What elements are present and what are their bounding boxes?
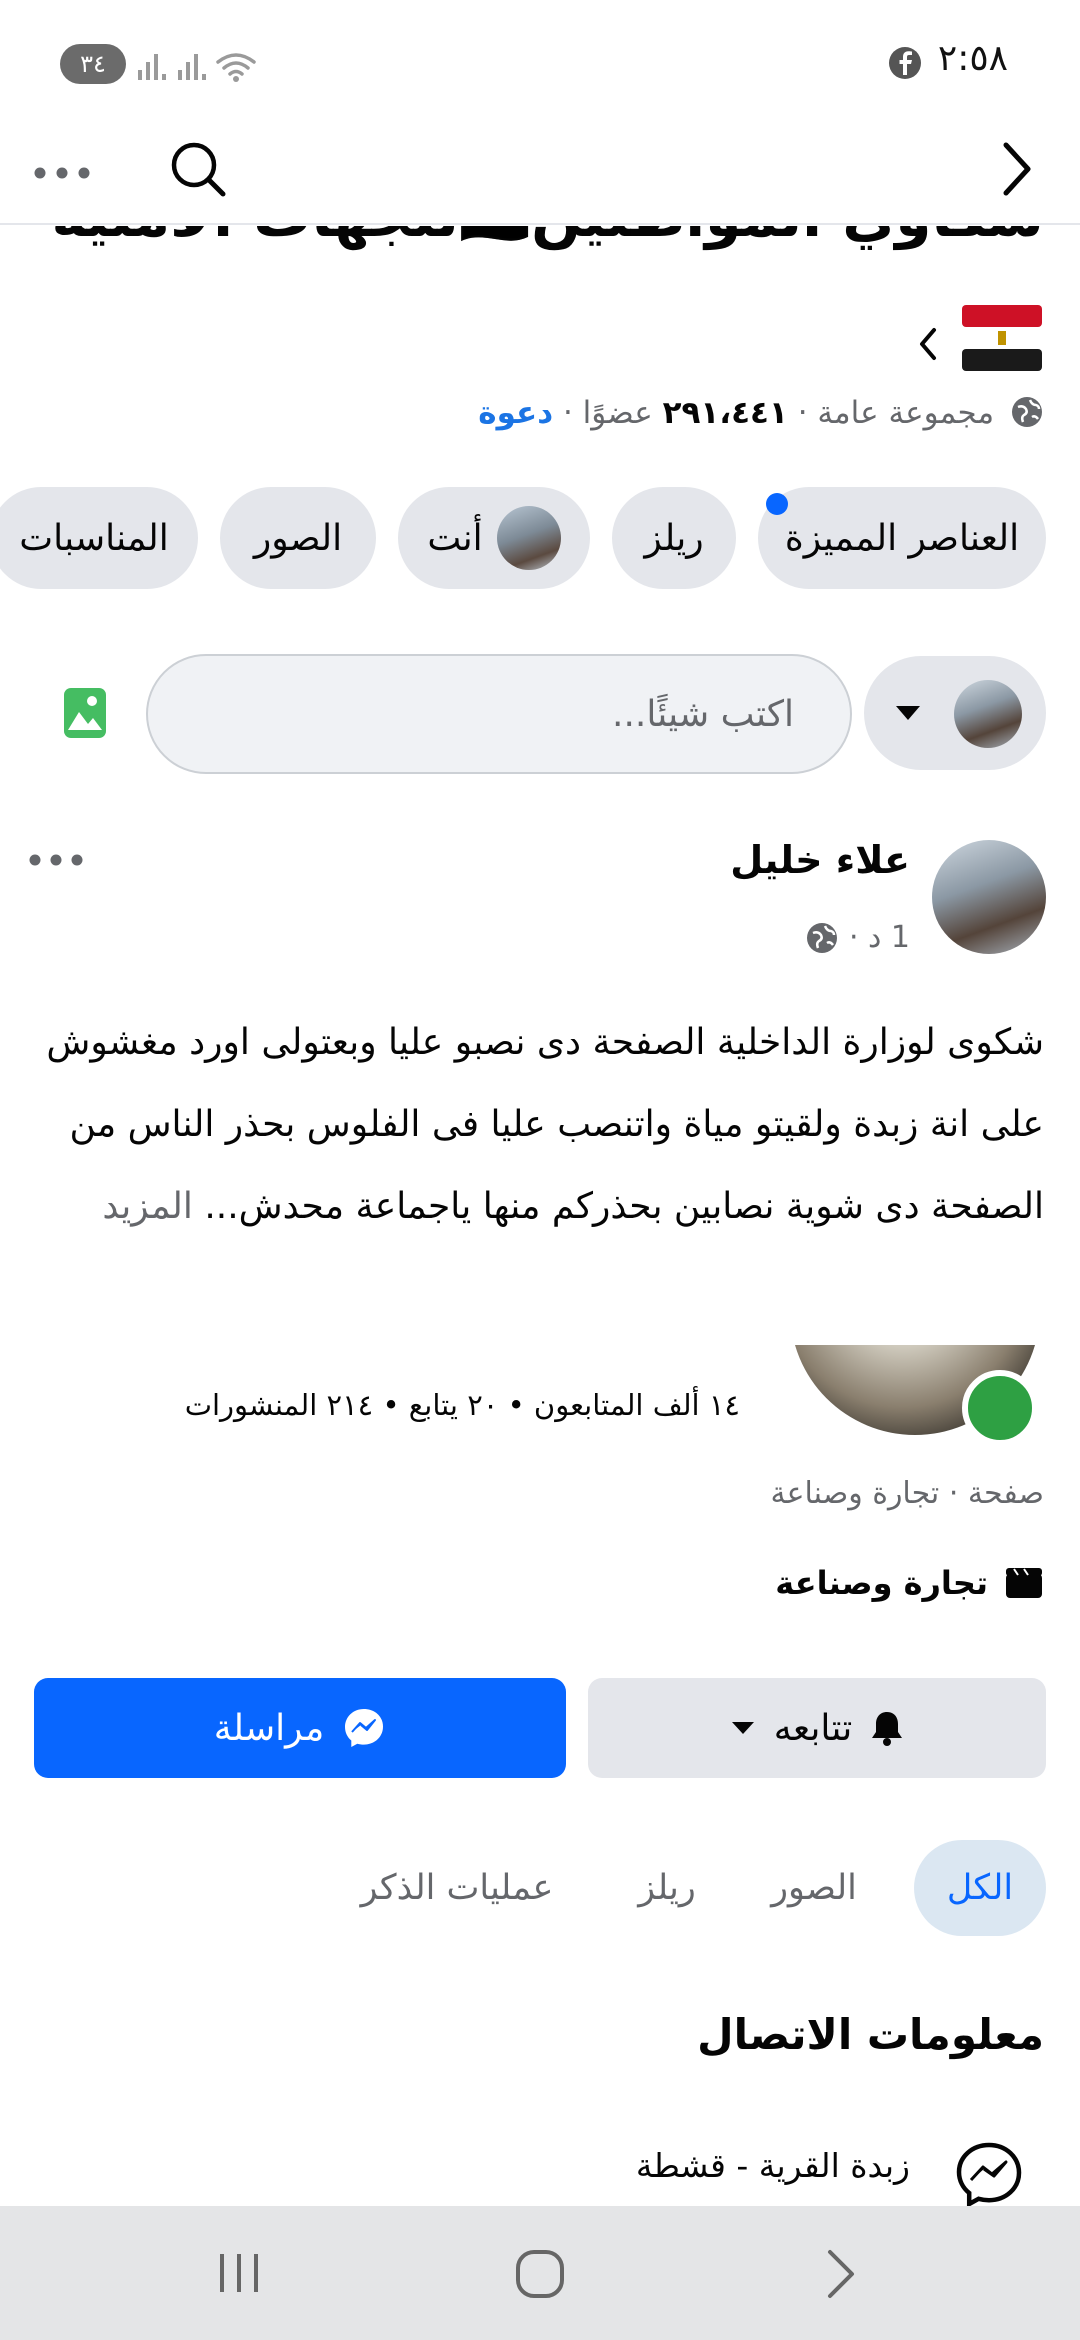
tab-photos-label: الصور [771,1868,857,1908]
globe-icon [806,922,837,953]
category-label: تجارة وصناعة [775,1564,988,1602]
messenger-icon [956,2142,1022,2208]
post-author[interactable]: علاء خليل [730,838,910,882]
composer-input[interactable]: اكتب شيئًا... [146,654,852,774]
recent-apps-icon[interactable] [214,2248,264,2298]
tab-photos[interactable]: الصور [746,1840,882,1936]
invite-link[interactable]: دعوة [478,395,553,431]
chip-reels-label: ريلز [644,517,704,559]
group-privacy: مجموعة عامة · [787,395,995,431]
tab-mentions[interactable]: عمليات الذكر [326,1840,588,1936]
caret-down-icon [731,1722,754,1734]
caret-down-icon [896,706,920,720]
post-more-icon[interactable] [26,846,86,874]
page-type: صفحة · تجارة وصناعة [770,1476,1044,1511]
composer-placeholder: اكتب شيئًا... [612,693,794,735]
search-icon[interactable] [166,137,230,201]
group-meta: مجموعة عامة · ٢٩١،٤٤١ عضوًا · دعوة [478,395,1044,431]
system-nav-bar [0,2206,1080,2340]
globe-icon [1012,397,1042,427]
tab-reels[interactable]: ريلز [608,1840,726,1936]
photo-icon[interactable] [62,686,108,740]
signal-wifi-icons [138,53,256,82]
messenger-icon [345,1709,384,1747]
battery-level: ٣٤ [80,50,106,78]
chip-photos[interactable]: الصور [220,487,376,589]
members-suffix: عضوًا · [553,395,663,431]
back-arrow-icon[interactable] [996,139,1036,199]
tab-mentions-label: عمليات الذكر [360,1868,554,1908]
status-badge [962,1370,1038,1446]
author-avatar[interactable] [932,840,1046,954]
battery-indicator: ٣٤ [60,44,126,84]
group-title[interactable]: شكاوي المواطنين🇪🇬للجهات الأمنية [52,226,1044,251]
clock: ٢:٥٨ [937,38,1008,79]
see-more-link[interactable]: المزيد [102,1186,193,1227]
post-time-text: 1 د · [848,920,910,955]
page-category: تجارة وصناعة [775,1564,1044,1602]
chip-featured[interactable]: العناصر المميزة [758,487,1046,589]
message-button[interactable]: مراسلة [34,1678,566,1778]
follow-label: تتابعه [773,1707,853,1749]
facebook-notification-icon [889,47,921,79]
more-options-icon[interactable] [30,157,94,189]
post-timestamp: 1 د · [805,920,910,955]
composer-profile-switcher[interactable] [864,656,1046,770]
clapperboard-icon [1006,1568,1042,1598]
avatar [954,680,1022,748]
chip-featured-label: العناصر المميزة [784,517,1020,559]
new-indicator-dot [766,493,788,515]
chip-photos-label: الصور [253,517,343,559]
contact-info-title: معلومات الاتصال [697,2010,1044,2059]
top-app-bar [0,125,1080,225]
chip-events-label: المناسبات [19,517,169,559]
tab-all-label: الكل [946,1868,1014,1908]
back-nav-icon[interactable] [822,2248,862,2300]
status-bar: ٣٤ ٢:٥٨ [0,0,1080,125]
page-stats: ١٤ ألف المتابعون • ٢٠ يتابع • ٢١٤ المنشو… [184,1388,740,1422]
egypt-flag-icon [962,305,1042,371]
chip-events[interactable]: المناسبات [0,487,198,589]
group-title-container: شكاوي المواطنين🇪🇬للجهات الأمنية [0,226,1080,276]
tab-all[interactable]: الكل [914,1840,1046,1936]
post-text: شكوى لوزارة الداخلية الصفحة دى نصبو عليا… [46,1022,1044,1227]
home-icon[interactable] [514,2248,566,2300]
post-body: شكوى لوزارة الداخلية الصفحة دى نصبو عليا… [24,1002,1044,1248]
message-label: مراسلة [213,1707,325,1749]
chip-you[interactable]: أنت [398,487,590,589]
chip-reels[interactable]: ريلز [612,487,736,589]
chevron-icon[interactable] [916,326,940,362]
bell-icon [872,1712,903,1746]
tab-reels-label: ريلز [638,1868,696,1908]
follow-button[interactable]: تتابعه [588,1678,1046,1778]
avatar [496,506,561,570]
member-count: ٢٩١،٤٤١ [662,395,788,431]
messenger-contact[interactable]: زبدة القرية - قشطة [636,2146,910,2185]
chip-you-label: أنت [427,517,483,559]
